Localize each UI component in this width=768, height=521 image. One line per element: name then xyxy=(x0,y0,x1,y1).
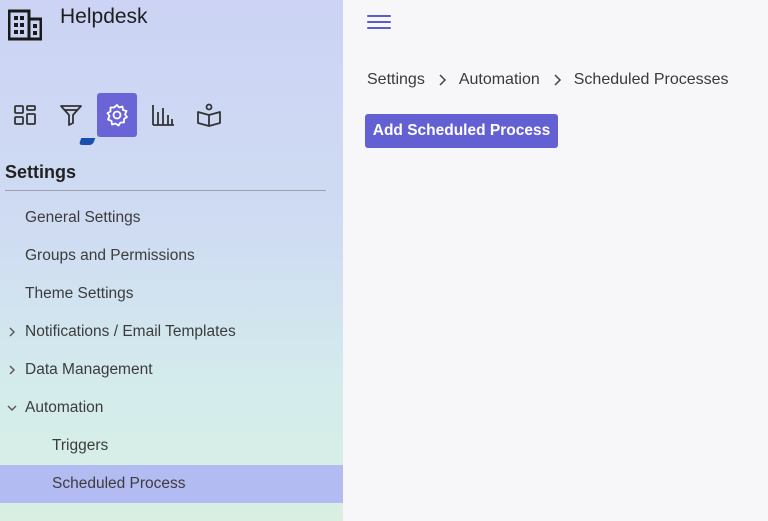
sidebar-item-scheduled-process[interactable]: Scheduled Process xyxy=(0,465,343,503)
chevron-right-icon xyxy=(546,72,568,88)
filter-icon[interactable] xyxy=(51,93,91,137)
add-scheduled-process-button[interactable]: Add Scheduled Process xyxy=(365,114,558,148)
breadcrumb-item-settings[interactable]: Settings xyxy=(367,71,425,89)
settings-nav: General Settings Groups and Permissions … xyxy=(0,199,343,503)
chevron-right-icon[interactable] xyxy=(6,363,18,377)
sidebar-item-label: Theme Settings xyxy=(25,285,134,302)
sidebar-item-groups-and-permissions[interactable]: Groups and Permissions xyxy=(0,237,343,275)
active-tab-marker xyxy=(78,138,96,145)
bar-chart-icon[interactable] xyxy=(143,93,183,137)
chevron-right-icon xyxy=(431,72,453,88)
sidebar-item-notifications[interactable]: Notifications / Email Templates xyxy=(0,313,343,351)
gear-icon[interactable] xyxy=(97,93,137,137)
dashboard-icon[interactable] xyxy=(5,93,45,137)
brand[interactable] xyxy=(8,8,42,42)
sidebar-item-label: General Settings xyxy=(25,209,141,226)
section-divider xyxy=(5,190,326,191)
sidebar-item-label: Groups and Permissions xyxy=(25,247,195,264)
sidebar-item-label: Data Management xyxy=(25,361,153,378)
sidebar-item-data-management[interactable]: Data Management xyxy=(0,351,343,389)
hamburger-menu-icon[interactable] xyxy=(367,12,391,32)
chevron-right-icon[interactable] xyxy=(6,325,18,339)
sidebar-item-automation[interactable]: Automation xyxy=(0,389,343,427)
module-icon-bar xyxy=(5,92,235,138)
chevron-down-icon[interactable] xyxy=(6,401,18,415)
sidebar-item-label: Automation xyxy=(25,399,104,416)
breadcrumb: Settings Automation Scheduled Processes xyxy=(367,70,729,90)
breadcrumb-item-automation[interactable]: Automation xyxy=(459,71,540,89)
sidebar: Helpdesk Settings General Settings Group… xyxy=(0,0,343,521)
knowledge-book-icon[interactable] xyxy=(189,93,229,137)
app-title: Helpdesk xyxy=(60,5,148,28)
sidebar-item-label: Notifications / Email Templates xyxy=(25,323,236,340)
breadcrumb-item-current: Scheduled Processes xyxy=(573,71,729,88)
sidebar-item-label: Triggers xyxy=(52,437,109,454)
section-title: Settings xyxy=(5,162,77,182)
building-icon xyxy=(8,8,42,42)
sidebar-item-triggers[interactable]: Triggers xyxy=(0,427,343,465)
sidebar-item-theme-settings[interactable]: Theme Settings xyxy=(0,275,343,313)
main-content: Settings Automation Scheduled Processes … xyxy=(343,0,768,521)
sidebar-item-label: Scheduled Process xyxy=(52,475,186,492)
sidebar-item-general-settings[interactable]: General Settings xyxy=(0,199,343,237)
